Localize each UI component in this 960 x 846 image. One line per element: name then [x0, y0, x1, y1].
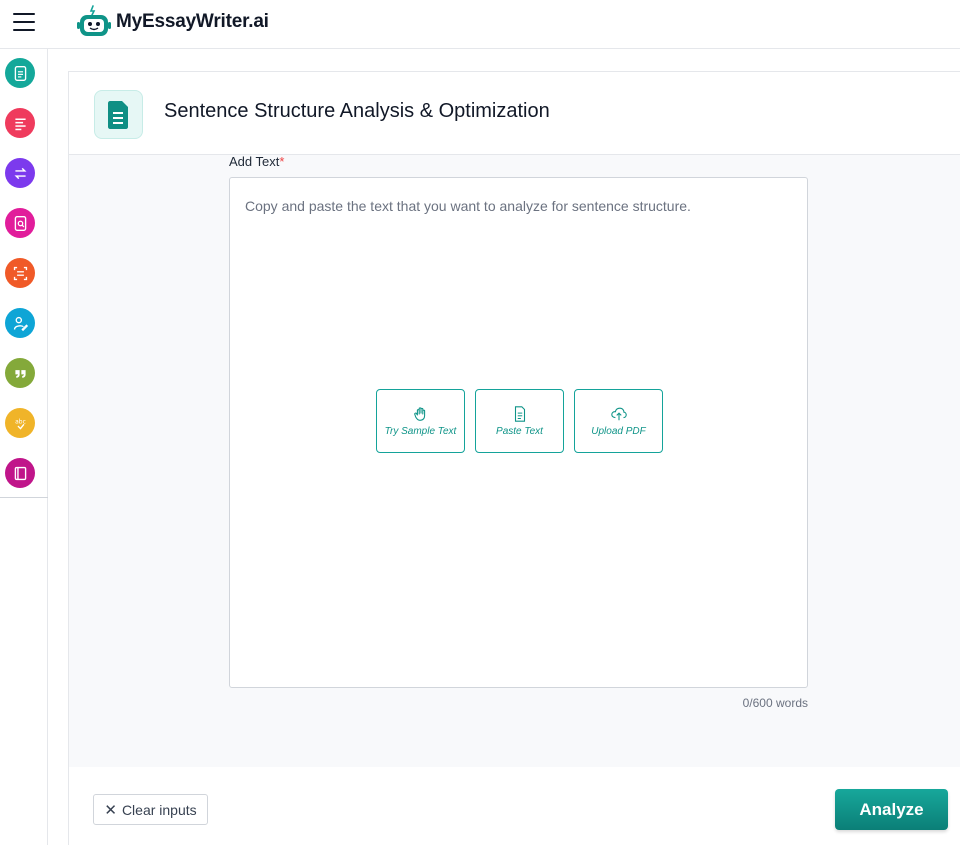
- menu-icon[interactable]: [13, 13, 35, 31]
- tool-icon: [94, 90, 143, 139]
- sidebar-item-spellcheck[interactable]: abc: [5, 408, 35, 438]
- svg-text:abc: abc: [15, 418, 26, 425]
- sidebar-item-document[interactable]: [5, 58, 35, 88]
- spellcheck-icon: abc: [15, 418, 26, 430]
- document-icon: [107, 100, 128, 129]
- top-bar: MyEssayWriter.ai: [0, 0, 960, 49]
- close-icon: ✕: [104, 801, 117, 819]
- sidebar-item-file-search[interactable]: [5, 208, 35, 238]
- sidebar-item-summarize[interactable]: [5, 258, 35, 288]
- page-title: Sentence Structure Analysis & Optimizati…: [164, 100, 550, 122]
- robot-logo-icon: [77, 5, 111, 36]
- paste-text-label: Paste Text: [496, 426, 543, 437]
- footer-bar: ✕ Clear inputs Analyze: [69, 767, 960, 846]
- clear-inputs-button[interactable]: ✕ Clear inputs: [93, 794, 208, 825]
- word-count: 0/600 words: [742, 696, 808, 710]
- sidebar-item-book[interactable]: [5, 458, 35, 488]
- tool-header: Sentence Structure Analysis & Optimizati…: [69, 72, 960, 155]
- sidebar-item-user-edit[interactable]: [5, 308, 35, 338]
- scan-text-icon: [13, 266, 27, 280]
- file-search-icon: [14, 215, 26, 231]
- sidebar-item-quote[interactable]: [5, 358, 35, 388]
- user-edit-icon: [13, 316, 28, 331]
- file-text-icon: [514, 406, 525, 422]
- cloud-upload-icon: [610, 407, 627, 421]
- sidebar-item-paraphrase[interactable]: [5, 158, 35, 188]
- add-text-label: Add Text*: [229, 154, 285, 169]
- analyze-button[interactable]: Analyze: [835, 789, 948, 830]
- book-icon: [14, 466, 26, 480]
- upload-pdf-label: Upload PDF: [591, 426, 646, 437]
- upload-pdf-button[interactable]: Upload PDF: [574, 389, 663, 453]
- try-sample-text-label: Try Sample Text: [384, 426, 457, 437]
- quote-icon: [14, 369, 26, 378]
- text-input-area[interactable]: Copy and paste the text that you want to…: [229, 177, 808, 688]
- brand-logo[interactable]: MyEssayWriter.ai: [76, 4, 269, 40]
- try-sample-text-button[interactable]: Try Sample Text: [376, 389, 465, 453]
- sidebar: abc: [0, 49, 48, 845]
- swap-arrows-icon: [14, 167, 26, 179]
- brand-name: MyEssayWriter.ai: [116, 11, 269, 32]
- sidebar-divider: [0, 497, 48, 498]
- sidebar-item-text-lines[interactable]: [5, 108, 35, 138]
- hand-icon: [413, 407, 425, 421]
- clear-inputs-label: Clear inputs: [121, 801, 197, 818]
- required-mark: *: [279, 154, 285, 169]
- text-lines-icon: [14, 117, 26, 130]
- paste-text-button[interactable]: Paste Text: [475, 389, 564, 453]
- main-panel: Sentence Structure Analysis & Optimizati…: [68, 71, 960, 846]
- document-icon: [14, 65, 26, 81]
- text-input-placeholder: Copy and paste the text that you want to…: [245, 198, 691, 214]
